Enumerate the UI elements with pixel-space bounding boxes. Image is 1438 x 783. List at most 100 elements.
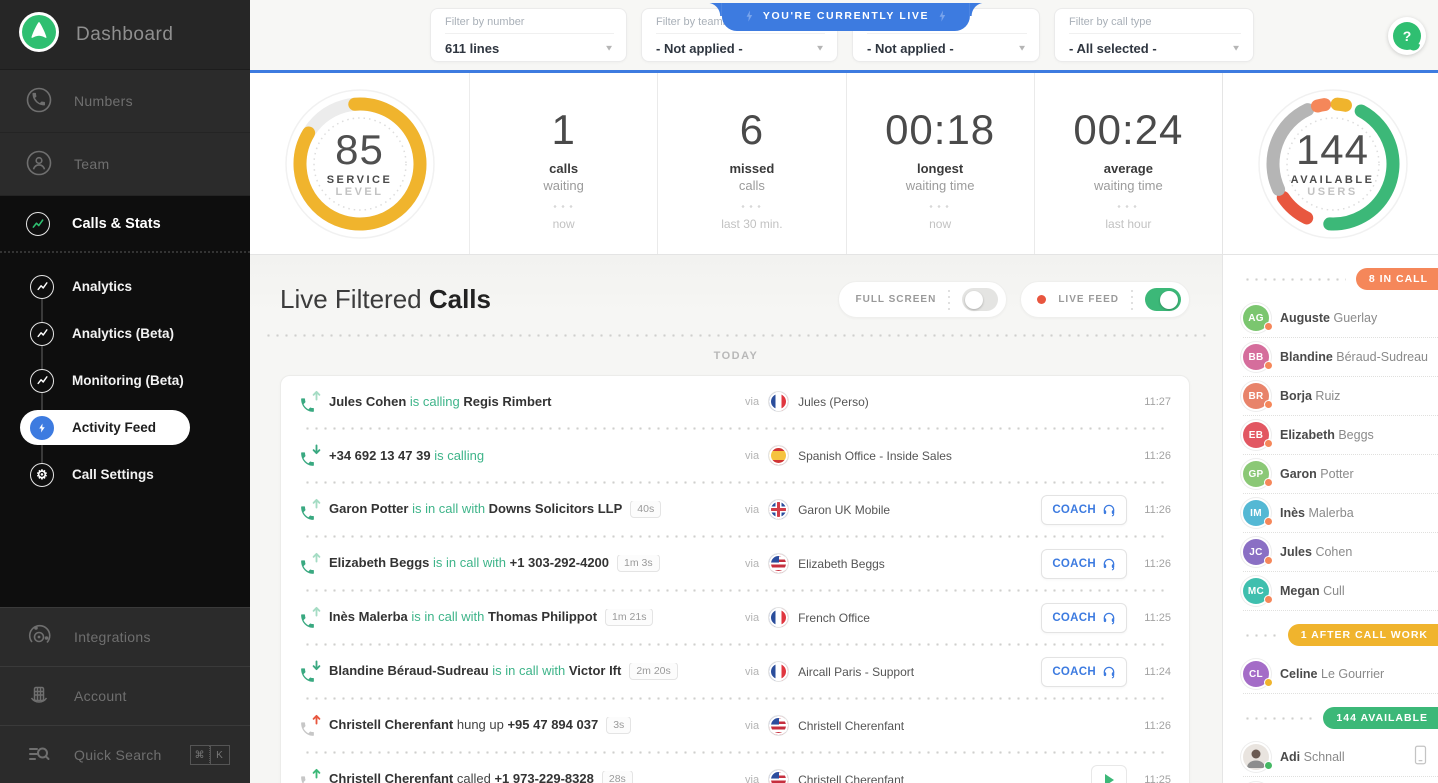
team-member-row[interactable]: JC Jules Cohen [1243,533,1438,572]
sidebar-item-call-settings[interactable]: ⚙ Call Settings [0,451,250,498]
team-member-row[interactable]: Adrien Bordet [1243,777,1438,783]
avatar: IM [1243,500,1273,526]
call-description: Inès Malerba is in call with Thomas Phil… [329,608,745,627]
team-member-row[interactable]: MC Megan Cull [1243,572,1438,611]
day-label: TODAY [713,350,759,362]
stat-value: 00:24 [1073,105,1184,153]
team-member-row[interactable]: AG Auguste Guerlay [1243,299,1438,338]
live-dot-icon [1037,295,1047,304]
integrations-icon [26,623,52,652]
call-direction-icon [299,390,323,414]
sidebar-item-account[interactable]: Account [0,666,250,725]
line-name: Jules (Perso) [798,394,869,409]
via-label: via [745,773,760,783]
play-recording-button[interactable] [1091,764,1127,783]
sidebar-item-activity-feed[interactable]: Activity Feed [0,404,250,451]
help-button[interactable]: ? [1388,17,1426,55]
sidebar-item-label: Monitoring (Beta) [72,373,184,388]
service-level-value: 85 [335,126,384,173]
coach-button[interactable]: COACH [1041,548,1127,579]
line-name: Elizabeth Beggs [798,556,885,571]
bolt-icon [746,10,753,22]
call-via: via Aircall Paris - Support [745,661,1035,682]
available-users-gauge: 144 AVAILABLE USERS [1223,73,1438,255]
call-description: +34 692 13 47 39 is calling [329,448,485,463]
stat-label: average [1103,160,1153,176]
call-row[interactable]: Christell Cherenfant hung up +95 47 894 … [299,700,1171,751]
avatar-initials: CL [1249,668,1263,680]
sidebar-item-numbers[interactable]: Numbers [0,70,250,133]
bolt-icon [939,10,946,22]
sidebar-item-quick-search[interactable]: Quick Search ⌘ K [0,725,250,783]
call-row[interactable]: Inès Malerba is in call with Thomas Phil… [299,592,1171,643]
fullscreen-label: FULL SCREEN [855,294,937,305]
via-label: via [745,719,760,732]
call-direction-icon [299,552,323,576]
sidebar-item-team[interactable]: Team [0,133,250,196]
filter-value: 611 lines [445,41,500,56]
team-member-row[interactable]: BB Blandine Béraud-Sudreau [1243,338,1438,377]
analytics-beta-icon [30,321,54,346]
headset-icon [1103,612,1115,624]
member-name: Megan Cull [1280,584,1345,598]
coach-label: COACH [1052,665,1096,678]
status-dot [1264,439,1273,448]
sidebar-item-label: Numbers [74,93,133,109]
fullscreen-toggle-pill[interactable]: FULL SCREEN [838,281,1008,318]
livefeed-toggle-pill[interactable]: LIVE FEED [1020,281,1190,318]
sidebar-item-monitoring-beta[interactable]: Monitoring (Beta) [0,357,250,404]
sidebar-item-label: Integrations [74,629,151,645]
call-row[interactable]: Garon Potter is in call with Downs Solic… [299,484,1171,535]
team-list: 8 IN CALL AG Auguste Guerlay BB Blandine… [1223,255,1438,783]
call-row[interactable]: Christell Cherenfant called +1 973-229-8… [299,754,1171,783]
team-member-row[interactable]: CL Celine Le Gourrier [1243,655,1438,694]
sidebar-item-integrations[interactable]: Integrations [0,607,250,666]
call-description: Jules Cohen is calling Regis Rimbert [329,394,552,409]
call-time: 11:25 [1144,611,1171,624]
sidebar: Dashboard Numbers Team Calls & Stats Ana… [0,0,250,783]
service-level-sublabel: LEVEL [335,186,384,198]
service-level-label: SERVICE [326,174,393,186]
call-time: 11:25 [1144,773,1171,783]
call-row[interactable]: Blandine Béraud-Sudreau is in call with … [299,646,1171,697]
live-status-bar [250,70,1438,73]
line-name: Spanish Office - Inside Sales [798,448,952,463]
member-name: Adi Schnall [1280,750,1345,764]
sidebar-item-analytics-beta[interactable]: Analytics (Beta) [0,310,250,357]
shortcut-keys: ⌘ K [189,745,230,765]
coach-button[interactable]: COACH [1041,602,1127,633]
team-member-row[interactable]: Adi Schnall [1243,738,1438,777]
avatar-initials: EB [1248,429,1264,441]
search-icon [26,741,52,770]
member-name: Celine Le Gourrier [1280,667,1385,681]
call-row[interactable]: Jules Cohen is calling Regis Rimbert via… [299,376,1171,427]
team-member-row[interactable]: IM Inès Malerba [1243,494,1438,533]
team-member-row[interactable]: GP Garon Potter [1243,455,1438,494]
account-icon [26,682,52,711]
coach-button[interactable]: COACH [1041,656,1127,687]
team-member-row[interactable]: EB Elizabeth Beggs [1243,416,1438,455]
filter-label: Filter by number [445,16,614,34]
livefeed-toggle[interactable] [1145,288,1181,311]
team-member-row[interactable]: BR Borja Ruiz [1243,377,1438,416]
stat-sublabel: calls [738,177,765,193]
filter-call-type[interactable]: Filter by call type - All selected - ▼ [1054,8,1254,62]
filter-value: - All selected - [1069,41,1157,56]
available-users-label: AVAILABLE [1290,174,1375,186]
call-time: 11:26 [1144,503,1171,516]
fullscreen-toggle[interactable] [962,288,999,311]
flag-icon [768,445,790,466]
analytics-icon [30,274,54,299]
call-description: Christell Cherenfant hung up +95 47 894 … [329,716,745,735]
member-name: Auguste Guerlay [1280,311,1378,325]
sidebar-item-calls-stats[interactable]: Calls & Stats [0,196,250,253]
sidebar-bottom: Integrations Account Quick Search ⌘ K [0,607,250,783]
divider [1131,287,1133,312]
call-row[interactable]: Elizabeth Beggs is in call with +1 303-2… [299,538,1171,589]
status-dot [1264,556,1273,565]
filter-number[interactable]: Filter by number 611 lines ▼ [430,8,627,62]
call-row[interactable]: +34 692 13 47 39 is calling via Spanish … [299,430,1171,481]
coach-button[interactable]: COACH [1041,494,1127,525]
sidebar-item-analytics[interactable]: Analytics [0,263,250,310]
sidebar-item-label: Team [74,156,110,172]
